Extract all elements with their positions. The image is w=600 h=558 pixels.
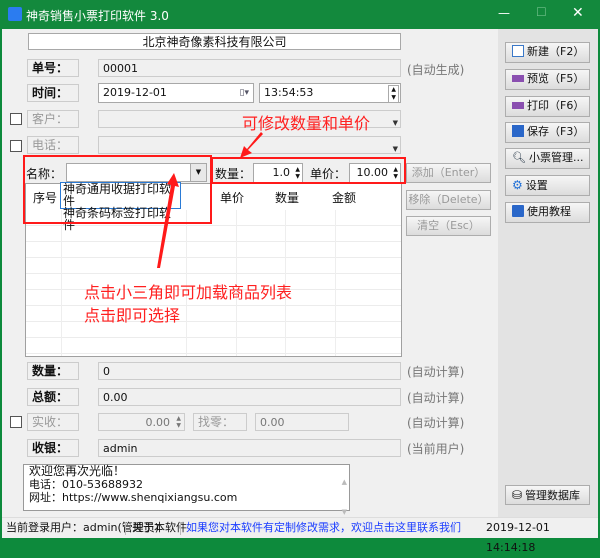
annotation-arrows: [157, 132, 263, 268]
about-link[interactable]: 关于本软件: [132, 518, 187, 538]
status-bar: 当前登录用户：admin(管理员) 关于本软件 如果您对本软件有定制修改需求，欢…: [2, 517, 598, 554]
contact-link[interactable]: 如果您对本软件有定制修改需求，欢迎点击这里联系我们: [186, 518, 461, 538]
arrow-to-qty: [240, 132, 263, 158]
status-datetime: 2019-12-01 14:14:18: [486, 521, 550, 554]
arrow-to-dropdown: [157, 173, 179, 268]
